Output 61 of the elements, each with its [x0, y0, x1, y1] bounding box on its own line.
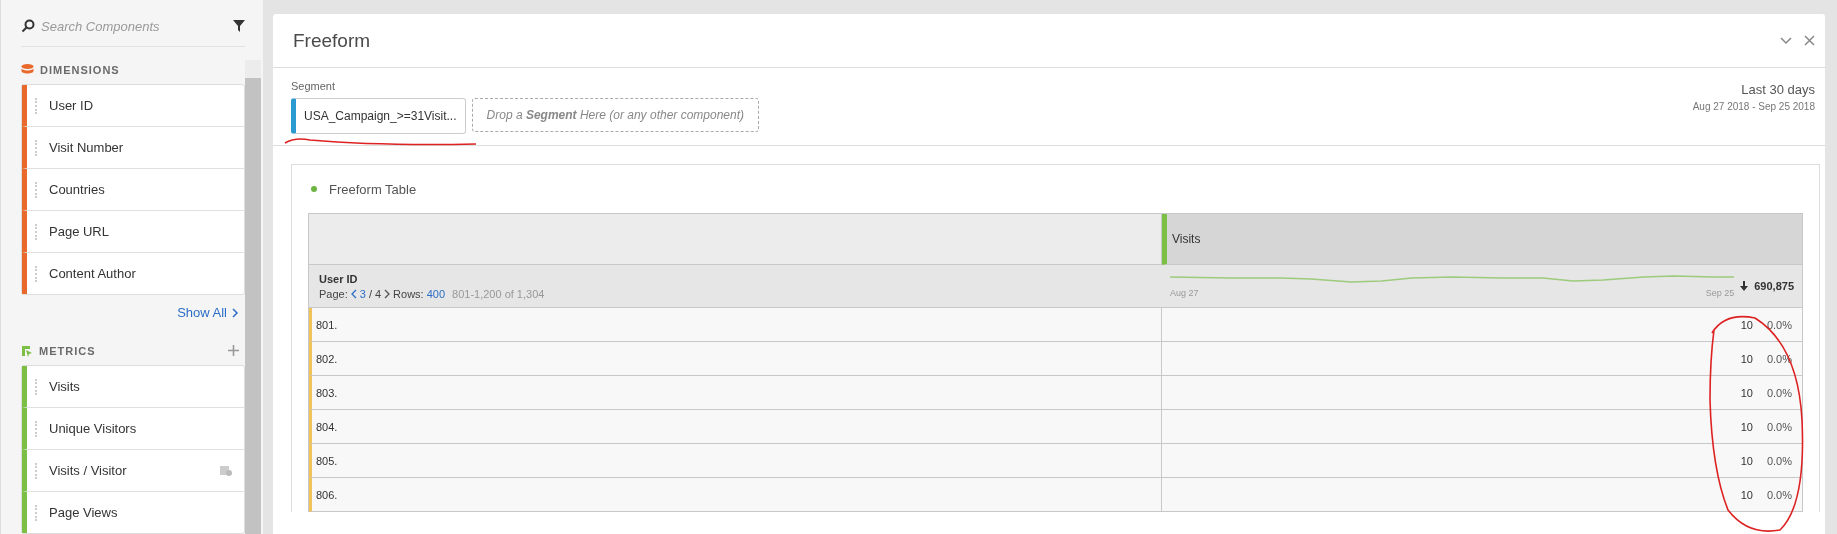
grip-icon — [35, 265, 39, 282]
metric-percent: 0.0% — [1766, 318, 1792, 331]
section-title: METRICS — [39, 344, 96, 357]
table-title: Freeform Table — [329, 181, 417, 197]
sparkline-start: Aug 27 — [1170, 288, 1199, 298]
previous-page-icon[interactable] — [350, 288, 357, 299]
grip-icon — [35, 139, 39, 156]
grip-icon — [35, 223, 39, 240]
collapse-icon[interactable] — [1780, 36, 1792, 45]
date-range: Aug 27 2018 - Sep 25 2018 — [1692, 101, 1815, 112]
close-icon[interactable] — [1804, 35, 1815, 46]
filter-icon[interactable] — [233, 20, 245, 33]
segment-chip[interactable]: USA_Campaign_>=31Visit... — [291, 98, 466, 134]
row-label[interactable]: 801. — [309, 308, 1162, 342]
database-icon — [21, 63, 34, 76]
next-page-icon[interactable] — [384, 288, 391, 299]
rows-label: Rows: — [393, 287, 424, 300]
chevron-right-icon — [231, 307, 239, 318]
metric-icon — [21, 344, 33, 357]
segment-drop-zone[interactable]: Drop a Segment Here (or any other component) — [471, 98, 759, 132]
search-field[interactable]: Search Components — [35, 18, 233, 34]
sparkline-end: Sep 25 — [1705, 288, 1735, 298]
grip-icon — [35, 420, 39, 437]
current-page: 3 — [359, 287, 366, 300]
grip-icon — [35, 181, 39, 198]
metric-percent: 0.0% — [1766, 386, 1792, 399]
metric-percent: 0.0% — [1766, 454, 1792, 467]
grip-icon — [35, 97, 39, 114]
date-range-title[interactable]: Last 30 days — [1741, 82, 1815, 97]
page-label: Page: — [319, 287, 348, 300]
search-icon — [21, 19, 35, 34]
status-dot — [311, 186, 317, 192]
row-label[interactable]: 806. — [309, 478, 1162, 512]
metric-value: 10 — [1740, 352, 1753, 365]
row-label[interactable]: 802. — [309, 342, 1162, 376]
metric-total: 690,875 — [1754, 280, 1794, 292]
scrollbar[interactable] — [245, 60, 261, 534]
add-icon[interactable] — [228, 345, 239, 357]
metric-value: 10 — [1740, 318, 1753, 331]
section-title: DIMENSIONS — [40, 63, 120, 76]
show-all-link[interactable]: Show All — [177, 305, 239, 321]
segment-label: Segment — [291, 80, 337, 92]
row-label[interactable]: 804. — [309, 410, 1162, 444]
page-count: / 4 — [368, 287, 382, 300]
grip-icon — [35, 378, 39, 395]
row-range: 801-1,200 of 1,304 — [452, 287, 545, 300]
panel-title: Freeform — [293, 29, 372, 52]
grip-icon — [35, 462, 39, 479]
metric-percent: 0.0% — [1766, 488, 1792, 501]
metric-value: 10 — [1740, 386, 1753, 399]
grip-icon — [35, 504, 39, 521]
dimension-title: User ID — [319, 272, 359, 285]
row-label[interactable]: 805. — [309, 444, 1162, 478]
metric-header[interactable]: Visits — [1162, 214, 1802, 265]
metric-value: 10 — [1740, 488, 1753, 501]
metric-value: 10 — [1740, 454, 1753, 467]
row-label[interactable]: 803. — [309, 376, 1162, 410]
metric-value: 10 — [1740, 420, 1753, 433]
metric-percent: 0.0% — [1766, 420, 1792, 433]
rows-per-page[interactable]: 400 — [426, 287, 446, 300]
sort-descending-icon[interactable] — [1740, 281, 1749, 291]
